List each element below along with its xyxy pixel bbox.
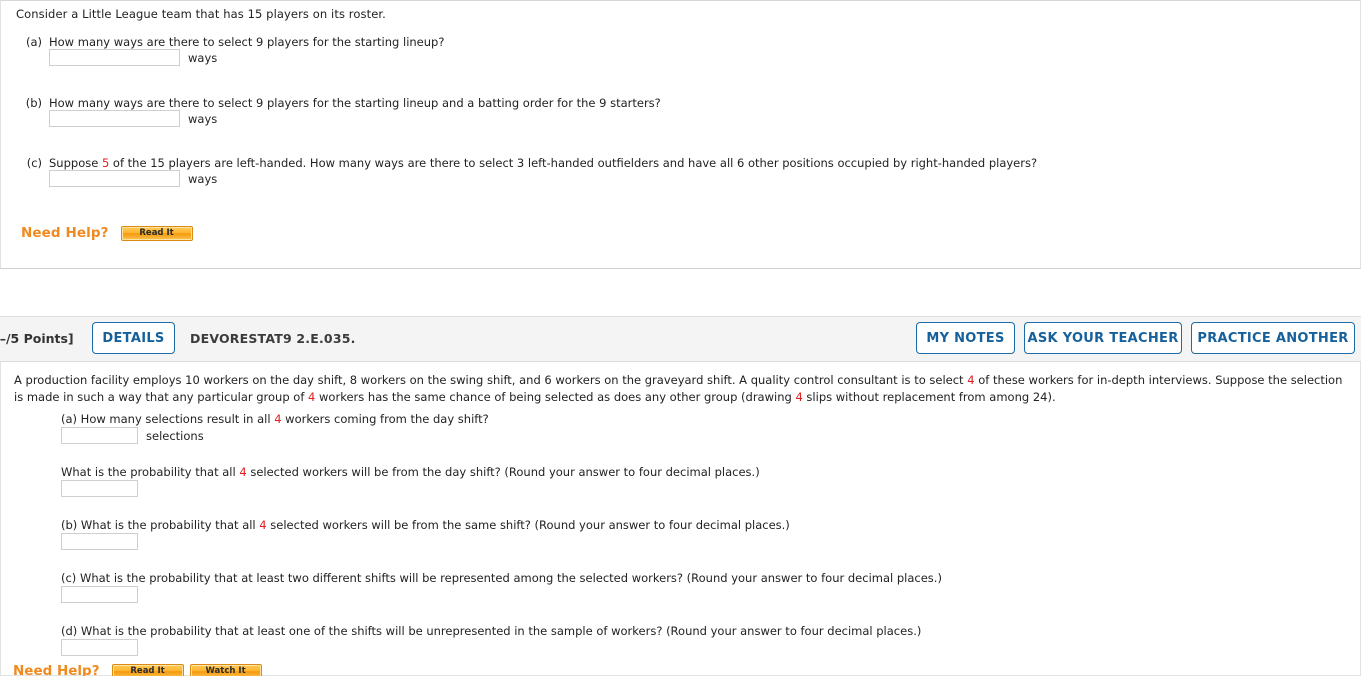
part-a-answer-row: ways xyxy=(49,49,217,66)
part-d-text-before: (d) What is the probability that at leas… xyxy=(61,624,922,638)
part-c-question: (c) What is the probability that at leas… xyxy=(61,571,942,585)
read-it-button-2[interactable]: Read It xyxy=(111,663,184,676)
need-help-label-1: Need Help? xyxy=(21,225,109,241)
points-label: [–/5 Points] xyxy=(0,331,74,346)
part-c-answer-row: ways xyxy=(49,170,217,187)
part-b-text-after: selected workers will be from the same s… xyxy=(266,518,790,532)
part-a-prob-answer-row xyxy=(61,480,138,497)
part-c-answer-row xyxy=(61,586,138,603)
paragraph-seg3: workers has the same chance of being sel… xyxy=(315,390,796,404)
part-a-prob-red-value: 4 xyxy=(239,465,247,479)
part-b-question: (b) What is the probability that all 4 s… xyxy=(61,518,790,532)
part-a-label: (a) xyxy=(25,35,42,49)
part-b-text: How many ways are there to select 9 play… xyxy=(49,96,661,110)
part-b-answer-row xyxy=(61,533,138,550)
part-a-text: How many ways are there to select 9 play… xyxy=(49,35,444,49)
read-it-button-1[interactable]: Read It xyxy=(120,225,193,241)
part-c-text-before: Suppose xyxy=(49,156,102,170)
watch-it-button-2[interactable]: Watch It xyxy=(189,663,262,676)
question-block-2: A production facility employs 10 workers… xyxy=(0,362,1361,676)
part-a-unit: selections xyxy=(146,428,204,443)
part-d-answer-row xyxy=(61,639,138,656)
part-a-text-after: workers coming from the day shift? xyxy=(281,412,489,426)
question-2-paragraph: A production facility employs 10 workers… xyxy=(14,372,1354,406)
need-help-section-1: Need Help? Read It xyxy=(21,225,199,241)
part-c-label: (c) xyxy=(26,156,42,170)
question-block-1: Consider a Little League team that has 1… xyxy=(0,0,1361,269)
question-1-stem: Consider a Little League team that has 1… xyxy=(16,7,386,21)
part-b-text-before: How many ways are there to select 9 play… xyxy=(49,96,661,110)
part-a-prob-text-after: selected workers will be from the day sh… xyxy=(246,465,760,479)
practice-another-button[interactable]: PRACTICE ANOTHER xyxy=(1191,322,1355,354)
part-b-red-value: 4 xyxy=(259,518,267,532)
part-c-text-before: (c) What is the probability that at leas… xyxy=(61,571,942,585)
part-b-unit: ways xyxy=(188,111,218,126)
part-d-answer-input[interactable] xyxy=(61,639,138,656)
part-a-text-before: How many ways are there to select 9 play… xyxy=(49,35,445,49)
paragraph-seg1: A production facility employs 10 workers… xyxy=(14,373,968,387)
exercise-page: Consider a Little League team that has 1… xyxy=(0,0,1361,676)
part-a-answer-input[interactable] xyxy=(61,427,138,444)
part-a-prob-answer-input[interactable] xyxy=(61,480,138,497)
part-c-text: Suppose 5 of the 15 players are left-han… xyxy=(49,156,1037,170)
ask-your-teacher-button[interactable]: ASK YOUR TEACHER xyxy=(1024,322,1182,354)
part-b-text-before: (b) What is the probability that all xyxy=(61,518,260,532)
part-a-answer-input[interactable] xyxy=(49,49,180,66)
part-a-question: (a) How many selections result in all 4 … xyxy=(61,412,489,426)
need-help-label-2: Need Help? xyxy=(13,663,100,676)
part-a-prob-text-before: What is the probability that all xyxy=(61,465,240,479)
need-help-section-2: Need Help? Read It Watch It xyxy=(13,663,268,676)
details-button[interactable]: DETAILS xyxy=(92,322,175,354)
part-c-answer-input[interactable] xyxy=(49,170,180,187)
part-d-question: (d) What is the probability that at leas… xyxy=(61,624,921,638)
part-b-answer-input[interactable] xyxy=(61,533,138,550)
paragraph-red3: 4 xyxy=(795,390,803,404)
part-c-text-after: of the 15 players are left-handed. How m… xyxy=(109,156,1038,170)
part-a-red-value: 4 xyxy=(274,412,282,426)
part-a-text-before: (a) How many selections result in all xyxy=(61,412,275,426)
part-b-label: (b) xyxy=(25,96,42,110)
part-c-answer-input[interactable] xyxy=(61,586,138,603)
part-b-answer-input[interactable] xyxy=(49,110,180,127)
part-a-answer-row: selections xyxy=(61,427,204,444)
part-c-unit: ways xyxy=(188,171,218,186)
my-notes-button[interactable]: MY NOTES xyxy=(916,322,1015,354)
exercise-id-label: DEVORESTAT9 2.E.035. xyxy=(190,331,356,346)
paragraph-seg4: slips without replacement from among 24)… xyxy=(802,390,1056,404)
part-a-unit: ways xyxy=(188,50,218,65)
part-b-answer-row: ways xyxy=(49,110,217,127)
paragraph-red1: 4 xyxy=(967,373,975,387)
part-a-prob-question: What is the probability that all 4 selec… xyxy=(61,465,760,479)
